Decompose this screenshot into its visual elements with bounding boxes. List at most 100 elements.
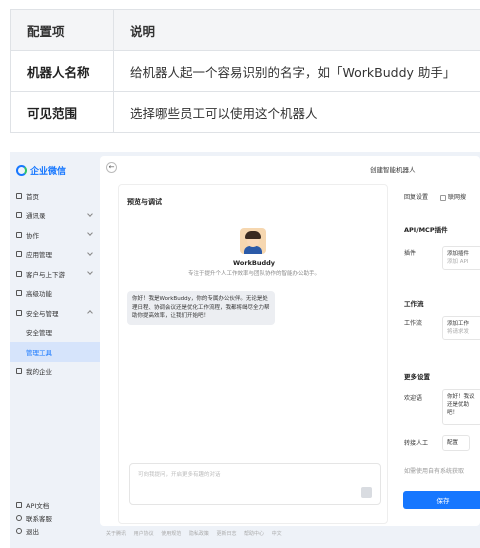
contact-support-link[interactable]: 联系客服: [16, 511, 52, 524]
settings-panel: 回复设置 联网搜 API/MCP插件 插件 添加插件 添加 API 工作流 工作…: [400, 184, 480, 524]
bot-name: WorkBuddy: [232, 259, 276, 267]
row-value: 选择哪些员工可以使用这个机器人: [113, 91, 480, 133]
header-config-item: 配置项: [10, 9, 114, 51]
chevron-down-icon: [87, 249, 93, 256]
header-description: 说明: [113, 9, 480, 51]
row-key: 可见范围: [10, 91, 114, 133]
sidebar-item-advanced[interactable]: 高级功能: [10, 284, 100, 304]
footer-link[interactable]: 关于腾讯: [106, 531, 126, 537]
link-label: API文档: [26, 501, 50, 510]
row-key: 机器人名称: [10, 50, 114, 92]
wecom-logo-icon: [16, 165, 27, 176]
home-icon: [16, 192, 22, 199]
reply-settings-label: 回复设置: [404, 194, 429, 201]
row-value: 给机器人起一个容易识别的名字，如「WorkBuddy 助手」: [113, 50, 480, 92]
sidebar-subitem-security-mgmt[interactable]: 安全管理: [10, 323, 100, 343]
sidebar-item-label: 首页: [26, 192, 39, 201]
footer-link[interactable]: 使用规范: [161, 531, 181, 537]
add-plugin-button[interactable]: 添加插件 添加 API: [442, 246, 480, 270]
doc-icon: [16, 501, 22, 508]
sidebar-item-contacts[interactable]: 通讯录: [10, 206, 100, 226]
sidebar-item-label: 客户与上下游: [26, 270, 65, 279]
transfer-label: 转接人工: [404, 440, 429, 447]
welcome-label: 欢迎语: [404, 395, 423, 402]
chevron-down-icon: [87, 210, 93, 217]
sidebar-item-label: 通讯录: [26, 212, 46, 221]
add-workflow-button[interactable]: 添加工作 将请求发: [442, 316, 480, 340]
table-row: 机器人名称 给机器人起一个容易识别的名字，如「WorkBuddy 助手」: [10, 50, 480, 92]
sidebar-item-label: 应用管理: [26, 251, 52, 260]
chevron-down-icon: [87, 230, 93, 236]
save-button[interactable]: 保存: [403, 491, 480, 509]
workflow-label: 工作流: [404, 320, 423, 327]
sidebar-nav: 首页 通讯录 协作 应用管理 客户与上下游 高级功能 安全与管理 安全管理 管理…: [10, 186, 100, 381]
app-logo-text: 企业微信: [30, 167, 67, 177]
config-table: 配置项 说明 机器人名称 给机器人起一个容易识别的名字，如「WorkBuddy …: [10, 9, 480, 133]
customers-icon: [16, 270, 22, 277]
add-plugin-sub: 添加 API: [447, 259, 469, 265]
sidebar-item-label: 安全与管理: [26, 309, 59, 318]
table-row: 可见范围 选择哪些员工可以使用这个机器人: [10, 91, 480, 133]
advanced-icon: [16, 290, 22, 297]
footer-link[interactable]: 用户协议: [134, 531, 154, 537]
back-arrow-icon[interactable]: ←: [106, 162, 117, 173]
workflow-section-title: 工作流: [404, 300, 424, 308]
sidebar-item-my-company[interactable]: 我的企业: [10, 362, 100, 382]
web-search-toggle[interactable]: 联网搜: [439, 194, 466, 201]
add-workflow-sub: 将请求发: [447, 329, 470, 335]
apps-icon: [16, 251, 22, 258]
reply-settings-row: 回复设置 联网搜: [404, 192, 466, 201]
contacts-icon: [16, 212, 22, 219]
sidebar-item-label: 管理工具: [26, 348, 52, 357]
wecom-screenshot: 企业微信 首页 通讯录 协作 应用管理 客户与上下游 高级功能 安全与管理 安全…: [10, 152, 480, 548]
footer-links: 关于腾讯 用户协议 使用规范 隐私政策 更新日志 帮助中心 中文: [106, 530, 288, 537]
avatar-shirt: [244, 246, 262, 254]
more-settings-title: 更多设置: [404, 373, 430, 381]
sync-hint: 如需使用自有系统获取: [404, 468, 465, 475]
sidebar-item-customers[interactable]: 客户与上下游: [10, 264, 100, 284]
add-plugin-label: 添加插件: [447, 251, 470, 257]
preview-title: 预览与调试: [127, 198, 162, 206]
support-icon: [16, 514, 22, 521]
sidebar-subitem-mgmt-tools[interactable]: 管理工具: [10, 342, 100, 362]
sidebar: 企业微信 首页 通讯录 协作 应用管理 客户与上下游 高级功能 安全与管理 安全…: [10, 152, 100, 548]
chevron-up-icon: [87, 310, 93, 316]
table-header-row: 配置项 说明: [10, 9, 480, 51]
transfer-config-button[interactable]: 配置: [442, 435, 470, 451]
checkbox-icon: [439, 194, 446, 201]
send-button[interactable]: [361, 487, 372, 498]
bot-avatar: [240, 228, 266, 254]
plugin-label: 插件: [404, 250, 417, 257]
sidebar-item-apps[interactable]: 应用管理: [10, 245, 100, 265]
footer-link[interactable]: 中文: [272, 531, 282, 537]
sidebar-item-label: 高级功能: [26, 290, 52, 299]
shield-icon: [16, 309, 22, 316]
api-section-title: API/MCP插件: [404, 226, 448, 234]
add-workflow-label: 添加工作: [447, 321, 470, 327]
sidebar-item-collab[interactable]: 协作: [10, 225, 100, 245]
footer-link[interactable]: 帮助中心: [244, 531, 264, 537]
chat-input[interactable]: 可向我提问，开启更多有趣的对话: [129, 463, 381, 505]
welcome-text-field[interactable]: 你好！我议还是优助吧！: [442, 389, 480, 425]
sidebar-bottom-links: API文档 联系客服 退出: [16, 498, 52, 537]
bot-description: 专注于提升个人工作效率与团队协作的智能办公助手。: [187, 271, 320, 277]
web-search-label: 联网搜: [447, 194, 466, 201]
preview-panel: 预览与调试 WorkBuddy 专注于提升个人工作效率与团队协作的智能办公助手。…: [118, 184, 388, 524]
api-docs-link[interactable]: API文档: [16, 498, 52, 511]
app-logo[interactable]: 企业微信: [16, 164, 66, 177]
logout-icon: [16, 527, 22, 534]
chat-input-placeholder: 可向我提问，开启更多有趣的对话: [138, 472, 221, 478]
link-label: 联系客服: [26, 514, 52, 523]
sidebar-item-security[interactable]: 安全与管理: [10, 303, 100, 323]
logout-link[interactable]: 退出: [16, 524, 52, 537]
page-title: 创建智能机器人: [370, 166, 416, 174]
chevron-down-icon: [87, 269, 93, 275]
company-icon: [16, 368, 22, 375]
sidebar-item-home[interactable]: 首页: [10, 186, 100, 206]
sidebar-item-label: 协作: [26, 231, 39, 240]
link-label: 退出: [26, 527, 39, 536]
footer-link[interactable]: 更新日志: [216, 531, 236, 537]
footer-link[interactable]: 隐私政策: [189, 531, 209, 537]
main-panel: ← 创建智能机器人 预览与调试 WorkBuddy 专注于提升个人工作效率与团队…: [100, 156, 480, 526]
greeting-bubble: 你好！我是WorkBuddy，你的专属办公伙伴。无论是处理日程、协调会议还是优化…: [127, 291, 275, 325]
